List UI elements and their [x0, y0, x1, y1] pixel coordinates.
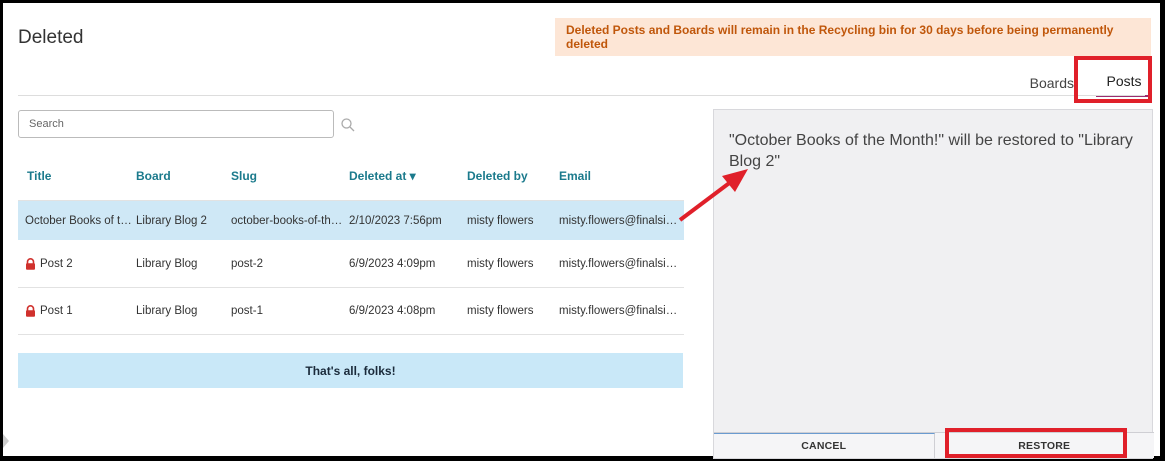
- cell-title: Post 1: [18, 305, 136, 317]
- restore-message: "October Books of the Month!" will be re…: [729, 132, 1133, 170]
- header-deleted-by[interactable]: Deleted by: [467, 169, 559, 183]
- cancel-button[interactable]: CANCEL: [714, 433, 935, 458]
- table-row[interactable]: Post 2 Library Blog post-2 6/9/2023 4:09…: [18, 240, 684, 287]
- cell-title: Post 2: [18, 258, 136, 270]
- cell-title-text: October Books of the Month!: [25, 214, 132, 227]
- cell-slug: october-books-of-the-month: [231, 214, 349, 227]
- cell-email: misty.flowers@finalsite.com: [559, 305, 684, 317]
- end-of-list-banner: That's all, folks!: [18, 353, 683, 388]
- header-slug[interactable]: Slug: [231, 169, 349, 183]
- cell-board: Library Blog: [136, 305, 198, 317]
- cell-title-text: Post 1: [40, 305, 73, 317]
- header-email[interactable]: Email: [559, 169, 684, 183]
- lock-icon: [26, 257, 35, 270]
- cell-deleted-by: misty flowers: [467, 257, 534, 270]
- lock-icon: [26, 305, 35, 317]
- cell-slug: post-1: [231, 305, 263, 317]
- deleted-posts-table: Title Board Slug Deleted at ▾ Deleted by…: [18, 153, 684, 335]
- cell-board: Library Blog 2: [136, 214, 207, 227]
- cell-deleted-at: 6/9/2023 4:09pm: [349, 257, 436, 270]
- cell-email: misty.flowers@finalsite.com: [559, 214, 684, 227]
- cell-deleted-by: misty flowers: [467, 214, 534, 227]
- cell-board: Library Blog: [136, 257, 198, 270]
- search-input[interactable]: [18, 110, 334, 138]
- cell-deleted-at: 6/9/2023 4:08pm: [349, 305, 436, 317]
- table-header: Title Board Slug Deleted at ▾ Deleted by…: [18, 153, 684, 198]
- table-row[interactable]: Post 1 Library Blog post-1 6/9/2023 4:08…: [18, 287, 684, 334]
- cell-deleted-by: misty flowers: [467, 305, 534, 317]
- table-row[interactable]: October Books of the Month! Library Blog…: [18, 200, 684, 240]
- panel-actions: CANCEL RESTORE: [714, 432, 1154, 458]
- header-board[interactable]: Board: [136, 169, 231, 183]
- cell-deleted-at: 2/10/2023 7:56pm: [349, 214, 442, 227]
- restore-panel: "October Books of the Month!" will be re…: [713, 109, 1154, 459]
- cell-slug: post-2: [231, 257, 263, 270]
- header-deleted-at[interactable]: Deleted at ▾: [349, 169, 467, 183]
- header-title[interactable]: Title: [18, 169, 136, 183]
- search-icon[interactable]: [340, 117, 356, 133]
- restore-button[interactable]: RESTORE: [934, 433, 1154, 458]
- table-bottom-border: [18, 334, 684, 335]
- cell-title: October Books of the Month!: [18, 215, 136, 227]
- collapse-handle-icon[interactable]: [3, 434, 9, 448]
- cell-title-text: Post 2: [40, 257, 73, 270]
- cell-email: misty.flowers@finalsite.com: [559, 257, 684, 270]
